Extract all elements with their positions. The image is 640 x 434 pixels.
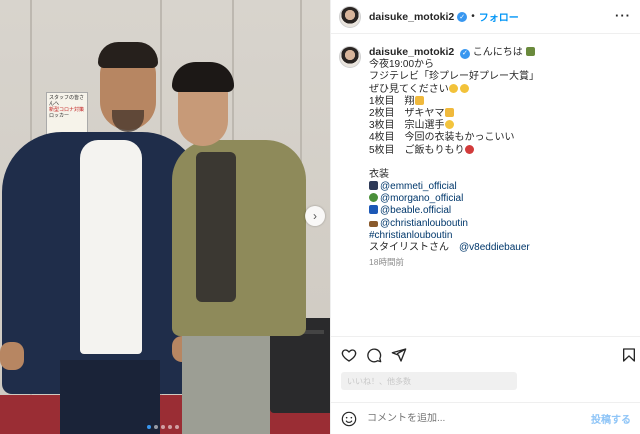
- verified-badge-icon: ✓: [457, 11, 468, 22]
- caption-line: 1枚目 翔: [369, 95, 415, 107]
- sign-line: スタッフの皆さんへ: [49, 95, 85, 107]
- tag-link[interactable]: @beable.official: [380, 205, 451, 216]
- smile-emoji-icon: [448, 83, 458, 93]
- slide-dot: [147, 425, 151, 429]
- send-icon[interactable]: [391, 347, 407, 363]
- post-sidebar: daisuke_motoki2 ✓ • フォロー ··· daisuke_mot…: [330, 0, 640, 434]
- person-right-jacket: [172, 140, 306, 336]
- more-options-button[interactable]: ···: [615, 8, 631, 23]
- follow-button[interactable]: フォロー: [479, 9, 519, 24]
- sign-line: ロッカー: [49, 113, 70, 119]
- comment-icon[interactable]: [366, 347, 382, 363]
- caption-line: ぜひ見てください: [369, 83, 449, 95]
- caption-line: フジテレビ「珍プレー好プレー大賞」: [369, 71, 539, 83]
- action-bar: [331, 336, 640, 372]
- person-right-sweater: [196, 152, 236, 302]
- caption-line: 3枚目 宗山選手: [369, 120, 445, 132]
- post-timestamp[interactable]: 18時間前: [369, 256, 539, 268]
- shoe-emoji-icon: [369, 220, 378, 227]
- username-link[interactable]: daisuke_motoki2: [369, 11, 454, 23]
- verified-badge-icon: ✓: [459, 49, 470, 60]
- hand-emoji-icon: [444, 108, 454, 118]
- person-right-pants: [182, 320, 270, 434]
- person-left-pants: [60, 360, 160, 434]
- costume-heading: 衣装: [369, 168, 389, 180]
- smile-icon[interactable]: [341, 411, 357, 427]
- heart-icon[interactable]: [341, 347, 357, 363]
- comment-input[interactable]: [367, 413, 587, 424]
- person-left-hair: [98, 42, 158, 68]
- smile-emoji-icon: [459, 83, 469, 93]
- tag-link[interactable]: @christianlouboutin: [380, 218, 468, 229]
- caption-username-link[interactable]: daisuke_motoki2: [369, 46, 454, 58]
- slide-indicator: [147, 425, 179, 429]
- clover-icon: [525, 47, 535, 56]
- slide-dot: [161, 425, 165, 429]
- post-comment-button[interactable]: 投稿する: [591, 411, 631, 426]
- slide-dot: [168, 425, 172, 429]
- post-photo[interactable]: スタッフの皆さんへ 新型コロナ対策 ロッカー ›: [0, 0, 330, 434]
- tag-link[interactable]: @morgano_official: [380, 193, 463, 204]
- heart-emoji-icon: [444, 120, 454, 130]
- separator-dot: •: [471, 11, 475, 22]
- comment-bar: 投稿する: [331, 402, 640, 434]
- caption-line: 5枚目 ご飯もりもり: [369, 144, 465, 156]
- caption-body: daisuke_motoki2 ✓ こんにちは 今夜19:00から フジテレビ「…: [369, 46, 539, 268]
- post-header: daisuke_motoki2 ✓ • フォロー ···: [331, 0, 640, 34]
- caption-line: 今夜19:00から: [369, 59, 435, 71]
- hashtag-link[interactable]: #christianlouboutin: [369, 230, 452, 241]
- caption: daisuke_motoki2 ✓ こんにちは 今夜19:00から フジテレビ「…: [339, 46, 635, 268]
- slide-dot: [154, 425, 158, 429]
- stylist-tag-link[interactable]: @v8eddiebauer: [459, 242, 530, 253]
- caption-line: 4枚目 今回の衣装もかっこいい: [369, 132, 515, 144]
- next-slide-button[interactable]: ›: [305, 206, 325, 226]
- person-left-hand: [0, 342, 24, 370]
- wall-sign: スタッフの皆さんへ 新型コロナ対策 ロッカー: [46, 92, 88, 136]
- caption-greeting: こんにちは: [472, 47, 523, 58]
- bookmark-icon[interactable]: [621, 347, 637, 363]
- avatar[interactable]: [339, 46, 361, 68]
- likes-text: いいね！、他多数: [347, 377, 411, 386]
- caption-line: 2枚目 ザキヤマ: [369, 108, 445, 120]
- person-right-hair: [172, 62, 234, 92]
- tag-link[interactable]: @emmeti_official: [380, 181, 457, 192]
- chevron-right-icon: ›: [313, 209, 317, 223]
- person-left-shirt: [80, 140, 142, 354]
- slide-dot: [175, 425, 179, 429]
- avatar[interactable]: [339, 5, 361, 28]
- shirt-emoji-icon: [369, 193, 378, 203]
- rice-bowl-emoji-icon: [464, 144, 474, 154]
- stylist-label: スタイリストさん: [369, 242, 449, 254]
- ok-hand-emoji-icon: [414, 95, 424, 105]
- jacket-emoji-icon: [369, 181, 378, 191]
- jeans-emoji-icon: [369, 205, 378, 215]
- likes-summary[interactable]: いいね！、他多数: [341, 372, 517, 390]
